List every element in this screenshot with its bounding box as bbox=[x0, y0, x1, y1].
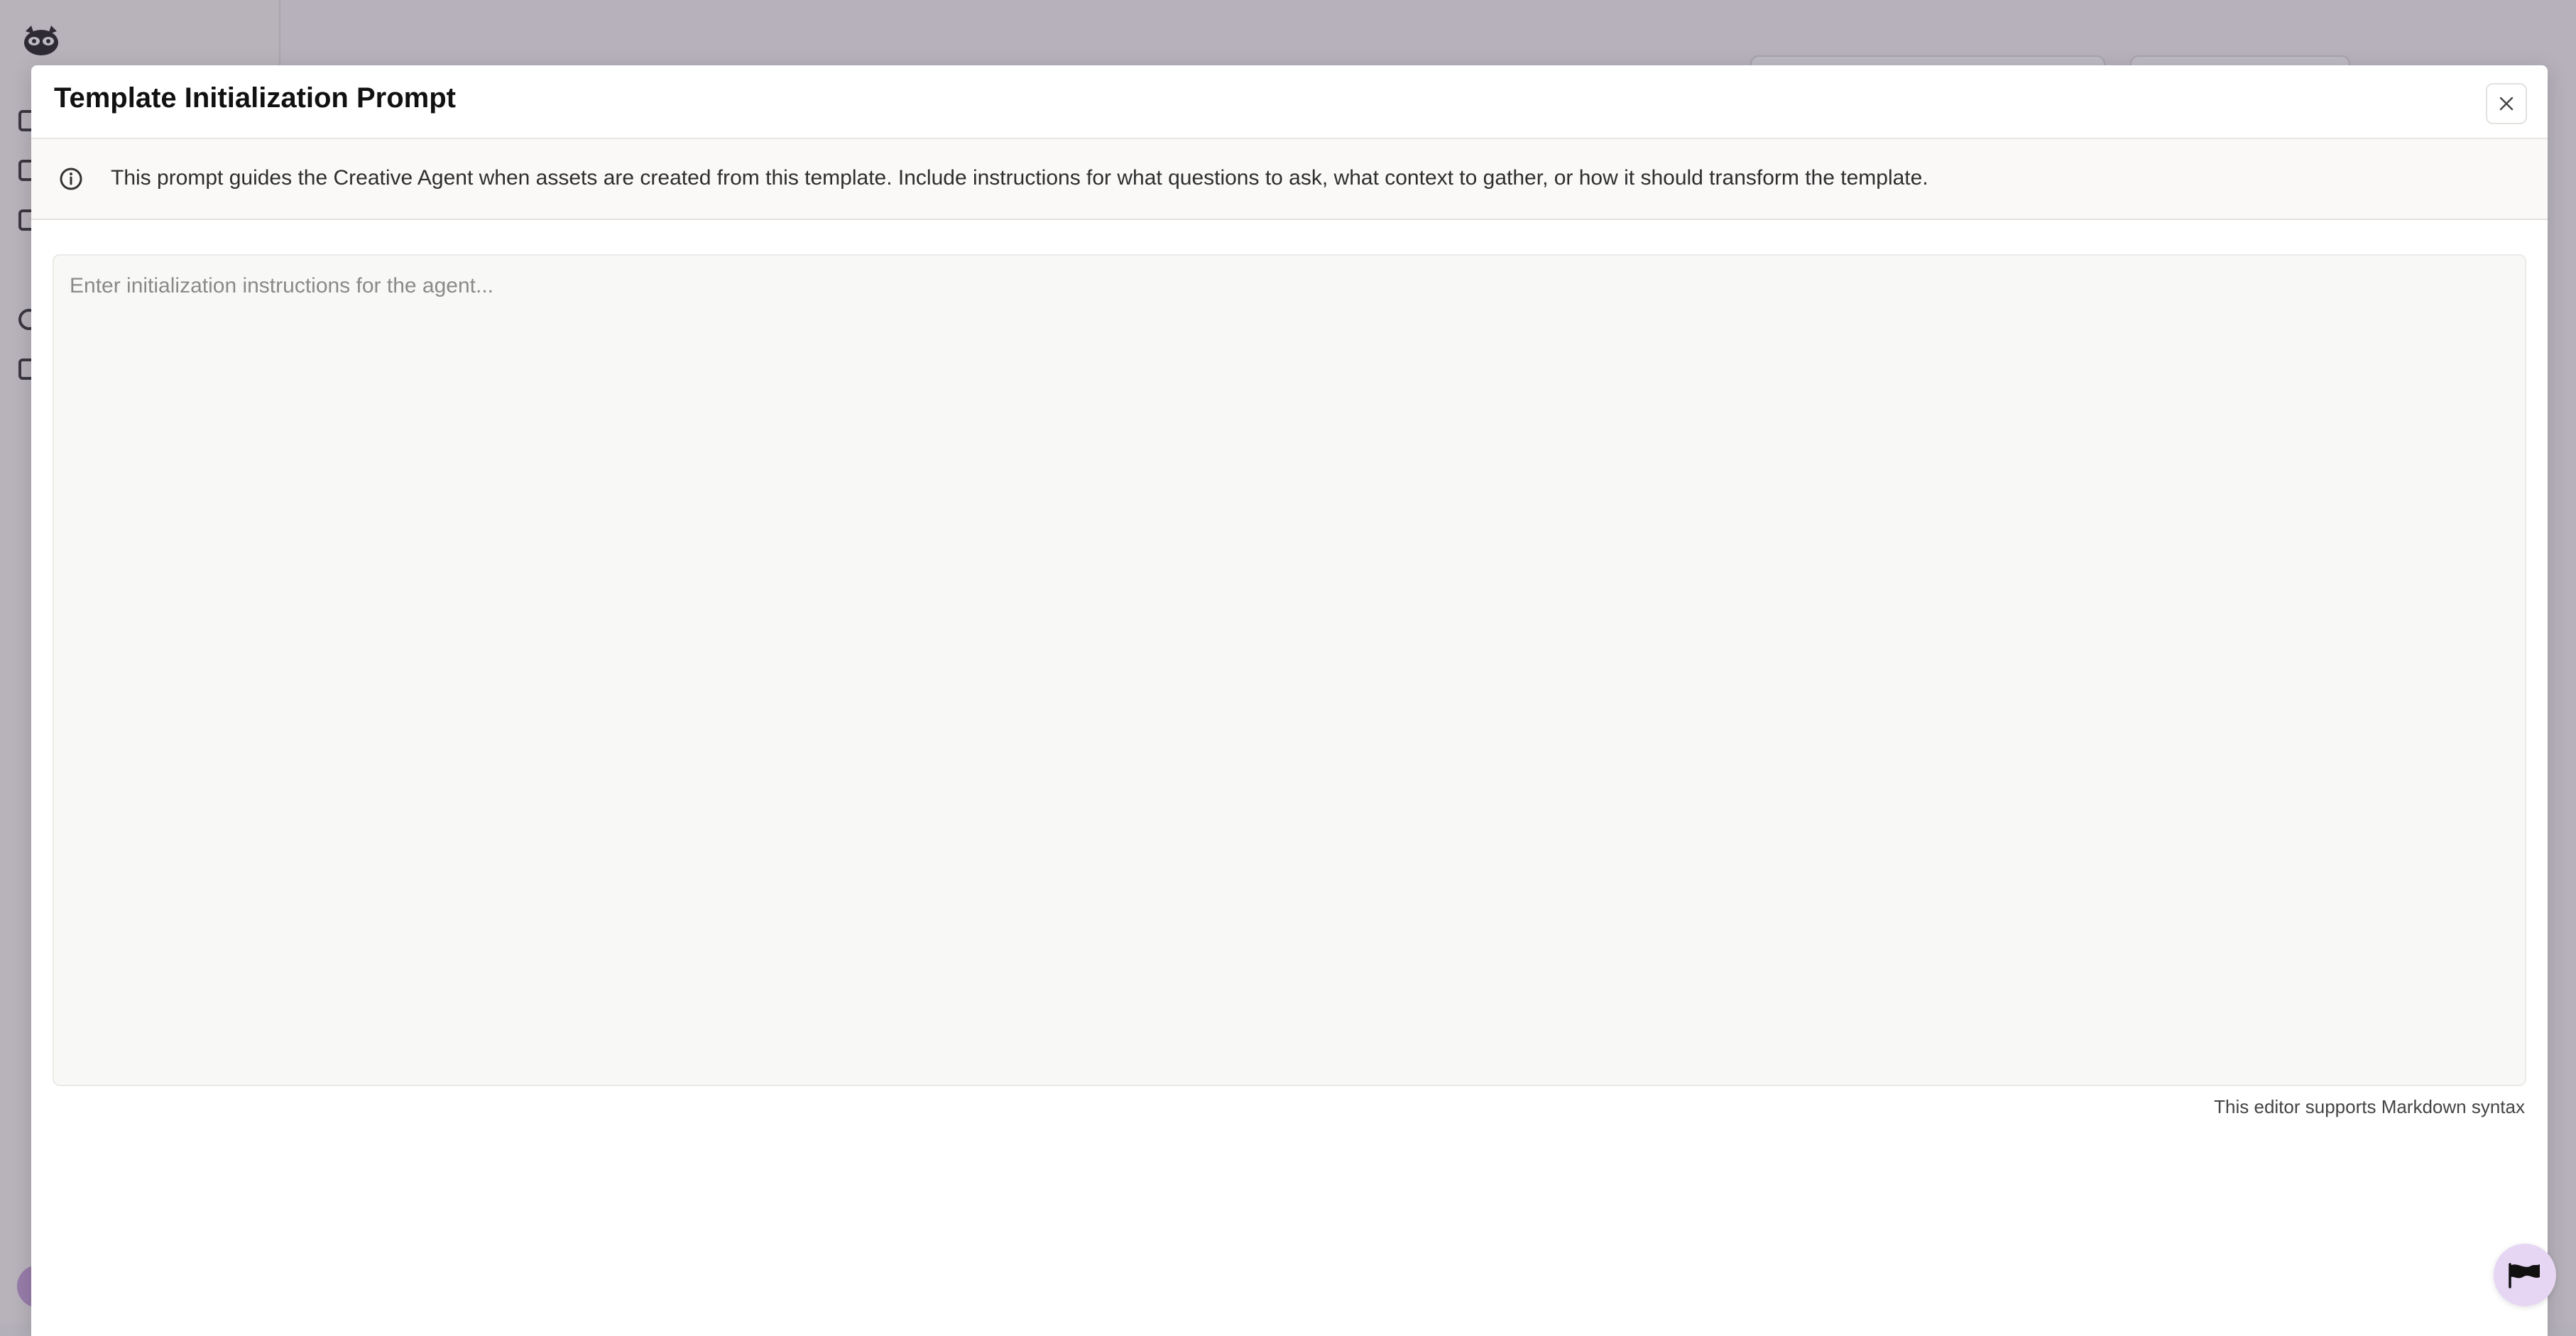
feedback-button[interactable] bbox=[2494, 1244, 2556, 1306]
close-icon bbox=[2499, 97, 2514, 111]
markdown-hint: This editor supports Markdown syntax bbox=[2214, 1096, 2525, 1117]
modal-title: Template Initialization Prompt bbox=[54, 82, 456, 114]
flag-icon bbox=[2509, 1263, 2540, 1288]
template-initialization-modal: Template Initialization Prompt This prom… bbox=[31, 65, 2548, 1336]
info-banner: This prompt guides the Creative Agent wh… bbox=[31, 139, 2548, 220]
info-icon bbox=[60, 168, 82, 190]
initialization-prompt-editor[interactable] bbox=[53, 254, 2526, 1086]
info-text: This prompt guides the Creative Agent wh… bbox=[111, 166, 1928, 190]
close-button[interactable] bbox=[2486, 83, 2527, 124]
modal-header: Template Initialization Prompt bbox=[31, 65, 2548, 139]
